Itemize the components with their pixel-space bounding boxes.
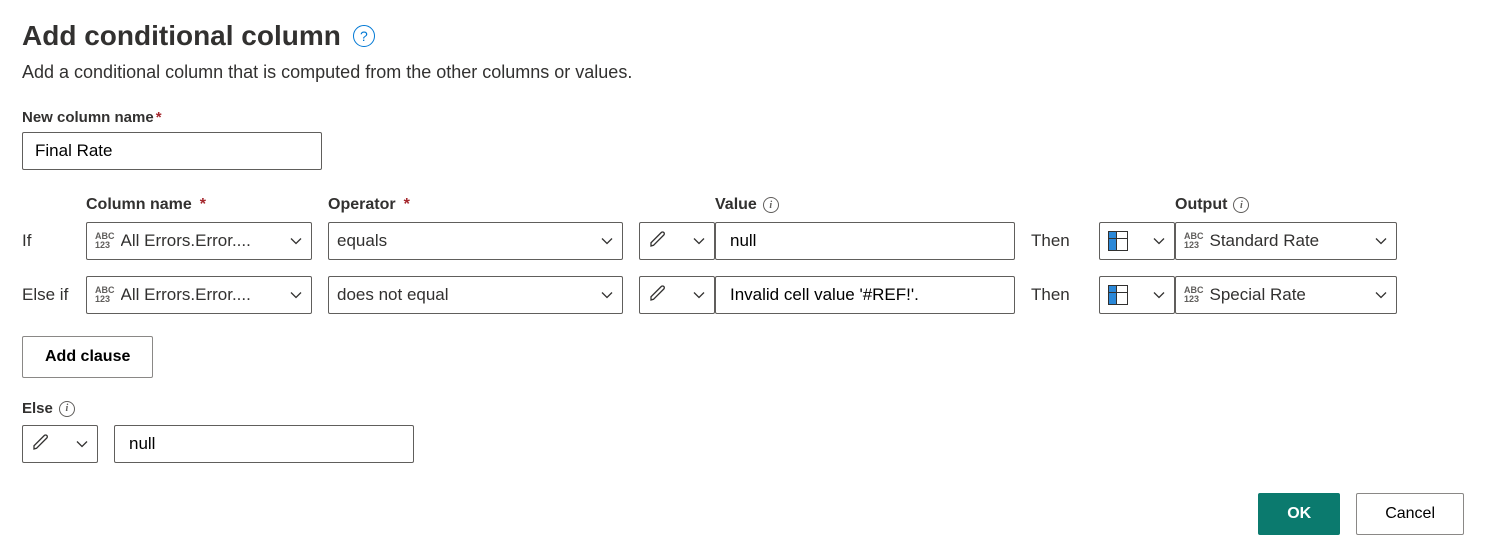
chevron-down-icon — [289, 234, 303, 248]
column-name-dropdown[interactable]: ABC123 All Errors.Error.... — [86, 276, 312, 314]
then-label: Then — [1031, 231, 1083, 251]
chevron-down-icon — [692, 288, 706, 302]
ok-button[interactable]: OK — [1258, 493, 1340, 535]
chevron-down-icon — [1374, 288, 1388, 302]
output-type-button[interactable] — [1099, 276, 1175, 314]
help-icon[interactable]: ? — [353, 25, 375, 47]
operator-dropdown[interactable]: does not equal — [328, 276, 623, 314]
else-label: Else — [22, 400, 53, 417]
datatype-abc123-icon: ABC123 — [1184, 286, 1204, 304]
clause-row: If ABC123 All Errors.Error.... equals — [22, 222, 1464, 260]
output-column-dropdown[interactable]: ABC123 Special Rate — [1175, 276, 1397, 314]
clause-headers: Column name* Operator* Value i Output i — [22, 196, 1464, 214]
output-column-dropdown[interactable]: ABC123 Standard Rate — [1175, 222, 1397, 260]
info-icon[interactable]: i — [59, 401, 75, 417]
chevron-down-icon — [1152, 288, 1166, 302]
cancel-button[interactable]: Cancel — [1356, 493, 1464, 535]
dialog-subtitle: Add a conditional column that is compute… — [22, 62, 1464, 83]
new-column-name-input[interactable] — [22, 132, 322, 170]
header-output: Output i — [1175, 196, 1397, 214]
value-type-button[interactable] — [639, 222, 715, 260]
table-column-icon — [1108, 285, 1128, 305]
chevron-down-icon — [75, 437, 89, 451]
table-column-icon — [1108, 231, 1128, 251]
datatype-abc123-icon: ABC123 — [95, 232, 115, 250]
datatype-abc123-icon: ABC123 — [95, 286, 115, 304]
datatype-abc123-icon: ABC123 — [1184, 232, 1204, 250]
else-type-button[interactable] — [22, 425, 98, 463]
value-type-button[interactable] — [639, 276, 715, 314]
chevron-down-icon — [289, 288, 303, 302]
pencil-icon — [648, 283, 668, 308]
dialog-title: Add conditional column — [22, 20, 341, 52]
add-clause-button[interactable]: Add clause — [22, 336, 153, 378]
output-type-button[interactable] — [1099, 222, 1175, 260]
then-label: Then — [1031, 285, 1083, 305]
info-icon[interactable]: i — [763, 197, 779, 213]
header-column-name: Column name* — [86, 196, 312, 214]
new-column-name-label: New column name* — [22, 109, 1464, 126]
pencil-icon — [31, 432, 51, 457]
chevron-down-icon — [692, 234, 706, 248]
operator-dropdown[interactable]: equals — [328, 222, 623, 260]
chevron-down-icon — [600, 234, 614, 248]
header-value: Value i — [715, 196, 1015, 214]
gutter-label: Else if — [22, 285, 86, 305]
gutter-label: If — [22, 231, 86, 251]
chevron-down-icon — [600, 288, 614, 302]
value-input[interactable] — [715, 276, 1015, 314]
column-name-dropdown[interactable]: ABC123 All Errors.Error.... — [86, 222, 312, 260]
pencil-icon — [648, 229, 668, 254]
chevron-down-icon — [1152, 234, 1166, 248]
chevron-down-icon — [1374, 234, 1388, 248]
else-value-input[interactable] — [114, 425, 414, 463]
clause-row: Else if ABC123 All Errors.Error.... does… — [22, 276, 1464, 314]
info-icon[interactable]: i — [1233, 197, 1249, 213]
value-input[interactable] — [715, 222, 1015, 260]
header-operator: Operator* — [328, 196, 623, 214]
